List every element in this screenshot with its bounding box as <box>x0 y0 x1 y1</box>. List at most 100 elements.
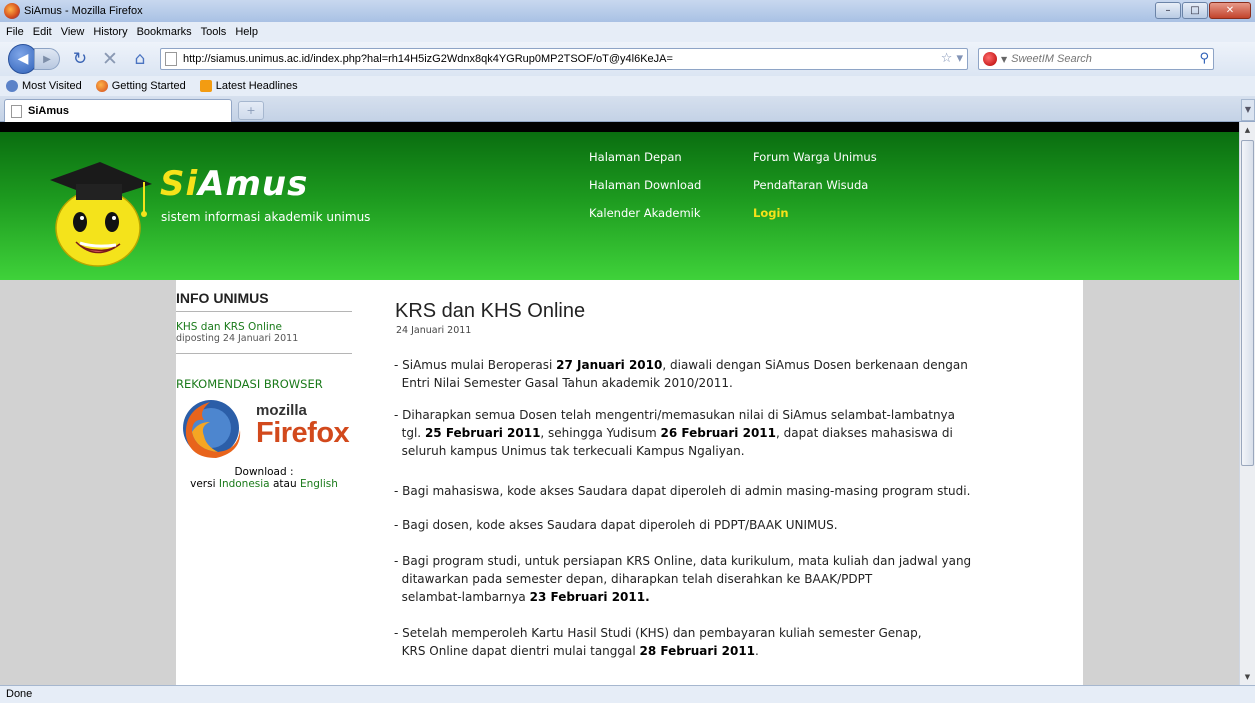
bookmark-label: Getting Started <box>111 80 186 92</box>
rss-feed-icon <box>199 80 212 92</box>
search-bar[interactable]: ▼ ⚲ <box>978 48 1214 70</box>
home-icon: ⌂ <box>134 49 146 69</box>
download-link-english[interactable]: English <box>300 478 338 490</box>
nav-halaman-download[interactable]: Halaman Download <box>589 178 701 192</box>
back-arrow-icon: ◀ <box>17 51 29 67</box>
text: ditawarkan pada semester depan, diharapk… <box>401 572 873 586</box>
mascot-logo-icon <box>50 162 152 267</box>
stop-button[interactable]: ✕ <box>100 48 120 70</box>
sidebar: INFO UNIMUS KHS dan KRS Online diposting… <box>176 280 376 685</box>
article-title: KRS dan KHS Online <box>395 300 586 322</box>
navigation-toolbar: ◀ ▶ ↻ ✕ ⌂ ☆ ▾ ▼ ⚲ <box>0 42 1255 76</box>
site-brand-logo[interactable]: SiAmus <box>160 164 308 204</box>
article-paragraph: - Bagi program studi, untuk persiapan KR… <box>394 552 994 606</box>
article-paragraph: - Setelah memperoleh Kartu Hasil Studi (… <box>394 624 994 660</box>
text: - Bagi program studi, untuk persiapan KR… <box>394 554 972 568</box>
nav-forum-warga[interactable]: Forum Warga Unimus <box>753 150 877 164</box>
reload-icon: ↻ <box>72 49 88 69</box>
firefox-icon <box>4 3 20 19</box>
text: - SiAmus mulai Beroperasi <box>394 358 557 372</box>
url-bar[interactable]: ☆ ▾ <box>160 48 968 70</box>
menu-tools[interactable]: Tools <box>201 26 227 38</box>
download-link-indonesia[interactable]: Indonesia <box>219 478 270 490</box>
close-button[interactable]: ✕ <box>1209 2 1251 19</box>
scrollbar-thumb[interactable] <box>1241 140 1254 466</box>
text: selambat-lambarnya <box>401 590 530 604</box>
tab-bar: SiAmus + ▼ <box>0 96 1255 122</box>
news-date: diposting 24 Januari 2011 <box>176 333 299 344</box>
site-tagline: sistem informasi akademik unimus <box>161 210 371 224</box>
firefox-icon <box>95 80 108 92</box>
reload-button[interactable]: ↻ <box>70 49 90 69</box>
url-input[interactable] <box>183 53 923 65</box>
header-top-bar <box>0 122 1239 132</box>
search-engine-dropdown-icon[interactable]: ▼ <box>1001 55 1007 64</box>
menu-help[interactable]: Help <box>235 26 258 38</box>
page-icon <box>11 104 22 118</box>
tab-label: SiAmus <box>28 105 69 117</box>
maximize-button[interactable]: □ <box>1182 2 1208 19</box>
text: - Diharapkan semua Dosen telah mengentri… <box>394 408 955 422</box>
menu-edit[interactable]: Edit <box>33 26 52 38</box>
browser-recommendation-heading: REKOMENDASI BROWSER <box>176 377 323 391</box>
scroll-down-arrow-icon[interactable]: ▼ <box>1240 669 1255 685</box>
article-paragraph: - Diharapkan semua Dosen telah mengentri… <box>394 406 994 460</box>
atau-text: atau <box>272 478 297 490</box>
bookmark-latest-headlines[interactable]: Latest Headlines <box>199 80 298 92</box>
menu-view[interactable]: View <box>61 26 85 38</box>
news-link-khs-krs[interactable]: KHS dan KRS Online <box>176 321 282 333</box>
article-paragraph: - Bagi mahasiswa, kode akses Saudara dap… <box>394 482 994 500</box>
article-date: 24 Januari 2011 <box>396 325 472 336</box>
stop-icon: ✕ <box>102 48 118 70</box>
nav-halaman-depan[interactable]: Halaman Depan <box>589 150 682 164</box>
date-bold: 28 Februari 2011 <box>639 644 756 658</box>
site-header: SiAmus sistem informasi akademik unimus … <box>0 132 1239 280</box>
text: , dapat diakses mahasiswa di <box>776 426 953 440</box>
text: , diawali dengan SiAmus Dosen berkenaan … <box>662 358 968 372</box>
search-engine-icon[interactable] <box>983 52 997 66</box>
bookmark-getting-started[interactable]: Getting Started <box>95 80 186 92</box>
text: tgl. <box>401 426 425 440</box>
firefox-logo-icon[interactable] <box>178 396 248 460</box>
page-icon <box>165 52 177 66</box>
tab-list-button[interactable]: ▼ <box>1241 99 1255 121</box>
bookmark-star-icon[interactable]: ☆ ▾ <box>941 51 963 66</box>
home-button[interactable]: ⌂ <box>130 49 150 69</box>
text: Entri Nilai Semester Gasal Tahun akademi… <box>401 376 733 390</box>
minimize-button[interactable]: – <box>1155 2 1181 19</box>
search-icon[interactable]: ⚲ <box>1199 51 1209 66</box>
text: , sehingga Yudisum <box>540 426 661 440</box>
info-unimus-heading: INFO UNIMUS <box>176 290 269 306</box>
menu-file[interactable]: File <box>6 26 24 38</box>
window-title: SiAmus - Mozilla Firefox <box>24 5 143 17</box>
window-controls: – □ ✕ <box>1155 2 1251 19</box>
download-label: Download : <box>234 466 294 478</box>
versi-text: versi <box>190 478 216 490</box>
status-text: Done <box>6 688 33 700</box>
menu-history[interactable]: History <box>93 26 127 38</box>
forward-button[interactable]: ▶ <box>34 48 60 70</box>
nav-login[interactable]: Login <box>753 206 789 220</box>
text: . <box>755 644 759 658</box>
text: seluruh kampus Unimus tak terkecuali Kam… <box>401 444 745 458</box>
status-bar: Done <box>0 685 1255 703</box>
scroll-up-arrow-icon[interactable]: ▲ <box>1240 122 1255 138</box>
menu-bar: File Edit View History Bookmarks Tools H… <box>0 22 1255 42</box>
nav-kalender-akademik[interactable]: Kalender Akademik <box>589 206 701 220</box>
download-versions: versi Indonesia atau English <box>176 478 352 490</box>
nav-pendaftaran-wisuda[interactable]: Pendaftaran Wisuda <box>753 178 868 192</box>
text: - Bagi dosen, kode akses Saudara dapat d… <box>394 518 838 532</box>
date-bold: 23 Februari 2011. <box>529 590 650 604</box>
bookmark-most-visited[interactable]: Most Visited <box>6 80 82 92</box>
tab-siamus[interactable]: SiAmus <box>4 99 232 122</box>
text: - Setelah memperoleh Kartu Hasil Studi (… <box>394 626 922 640</box>
menu-bookmarks[interactable]: Bookmarks <box>137 26 192 38</box>
divider <box>176 353 352 354</box>
vertical-scrollbar[interactable]: ▲ ▼ <box>1239 122 1255 685</box>
search-input[interactable] <box>1011 53 1192 65</box>
brand-amus: Amus <box>198 164 309 204</box>
new-tab-button[interactable]: + <box>238 101 264 120</box>
bookmark-label: Latest Headlines <box>215 80 298 92</box>
page-viewport: SiAmus sistem informasi akademik unimus … <box>0 122 1239 685</box>
article-content: KRS dan KHS Online 24 Januari 2011 - SiA… <box>376 280 1083 685</box>
